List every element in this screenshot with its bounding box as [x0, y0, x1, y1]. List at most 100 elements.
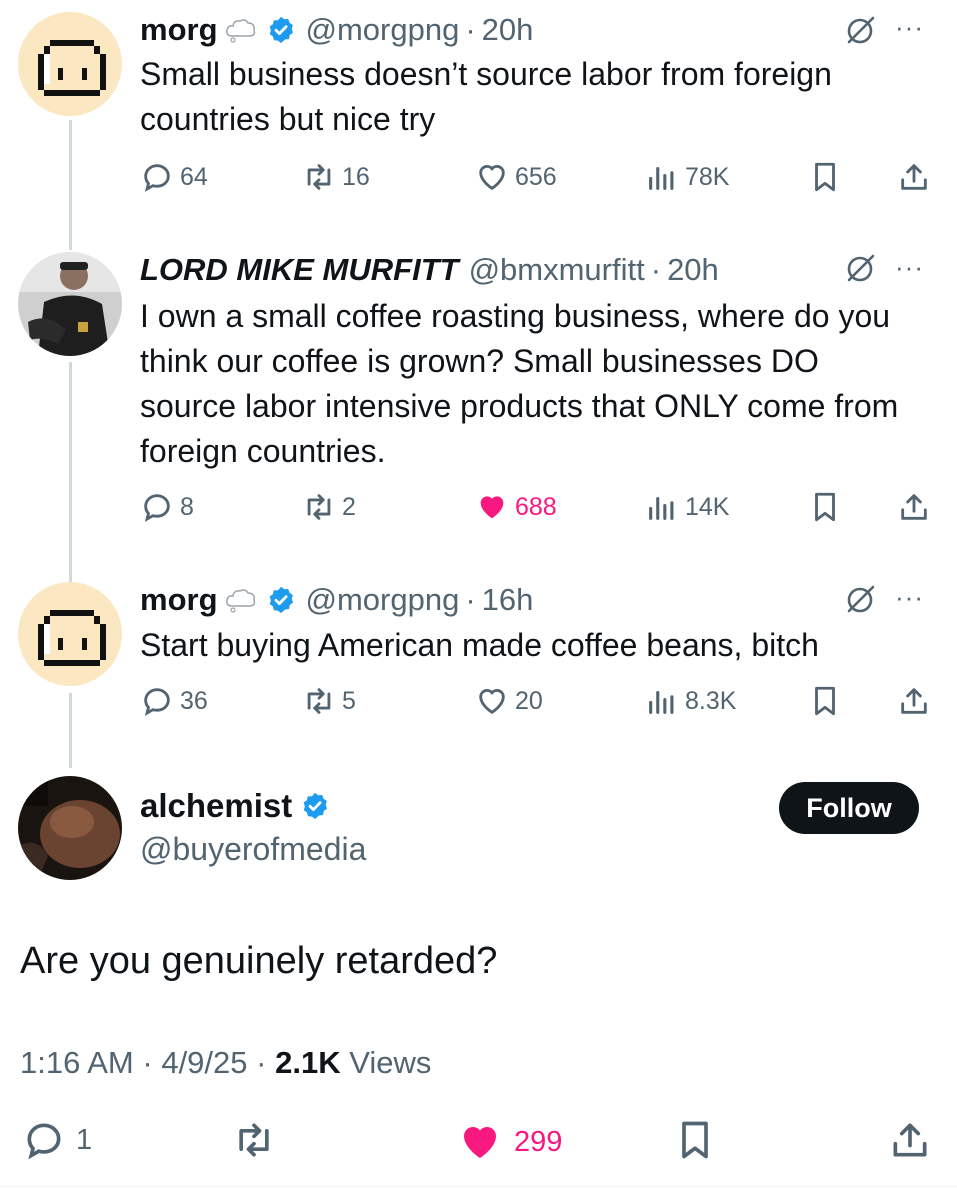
- main-tweet-text: Are you genuinely retarded?: [20, 940, 498, 982]
- share-button[interactable]: [897, 684, 937, 718]
- thought-cloud-icon: [225, 589, 255, 613]
- grok-icon[interactable]: [843, 252, 877, 286]
- more-options-icon[interactable]: ···: [895, 252, 924, 283]
- separator-dot: ·: [142, 1045, 153, 1080]
- reply-header: morg @morgpng · 16h: [140, 580, 533, 620]
- avatar-buyerofmedia[interactable]: [18, 776, 122, 880]
- bookmark-icon: [682, 1121, 708, 1159]
- views-icon: [649, 496, 674, 520]
- bookmark-button[interactable]: [673, 1118, 727, 1162]
- repost-icon: [307, 688, 331, 714]
- main-author-name-row: alchemist: [140, 787, 330, 825]
- reply-header: LORD MIKE MURFITT @bmxmurfitt · 20h: [140, 250, 719, 290]
- repost-icon: [307, 164, 331, 190]
- share-button[interactable]: [888, 1118, 942, 1162]
- author-name[interactable]: LORD MIKE MURFITT: [140, 252, 459, 288]
- like-button[interactable]: 299: [456, 1118, 562, 1166]
- separator-dot: ·: [650, 252, 662, 287]
- reply-count: 1: [76, 1123, 93, 1156]
- thread-line: [69, 693, 72, 768]
- share-icon: [901, 494, 927, 520]
- bookmark-button[interactable]: [808, 684, 848, 718]
- reply-actions: 8 2 688 14K: [140, 490, 940, 530]
- more-options-icon[interactable]: ···: [895, 12, 924, 43]
- like-button[interactable]: 688: [475, 490, 557, 524]
- repost-button[interactable]: 16: [302, 160, 370, 194]
- views-count: 14K: [685, 492, 730, 521]
- repost-count: 5: [342, 686, 356, 715]
- share-button[interactable]: [897, 160, 937, 194]
- grok-icon[interactable]: [843, 14, 877, 48]
- heart-filled-icon: [464, 1127, 496, 1158]
- thread-line: [69, 362, 72, 582]
- reply-icon: [144, 688, 170, 716]
- like-count: 299: [514, 1125, 563, 1158]
- like-button[interactable]: 656: [475, 160, 557, 194]
- author-name[interactable]: morg: [140, 12, 218, 48]
- thought-cloud-icon: [225, 19, 255, 43]
- views-icon: [649, 166, 674, 190]
- verified-badge-icon: [303, 792, 328, 820]
- repost-count: 16: [342, 162, 370, 191]
- views-count: 8.3K: [685, 686, 737, 715]
- reply-button[interactable]: 64: [140, 160, 208, 194]
- repost-icon: [307, 494, 331, 520]
- separator-dot: ·: [465, 582, 476, 617]
- share-icon: [893, 1123, 927, 1157]
- reply-actions: 64 16 656 78K: [140, 160, 940, 200]
- repost-button[interactable]: 5: [302, 684, 356, 718]
- repost-count: 2: [342, 492, 356, 521]
- tweet-time[interactable]: 1:16 AM: [20, 1045, 134, 1080]
- bookmark-icon: [815, 492, 835, 522]
- post-time[interactable]: 20h: [482, 12, 534, 48]
- like-count: 20: [515, 686, 543, 715]
- divider: [0, 1186, 957, 1187]
- views-label: Views: [349, 1045, 432, 1080]
- grok-icon[interactable]: [843, 583, 877, 617]
- views-count: 78K: [685, 162, 730, 191]
- reply-count: 36: [180, 686, 208, 715]
- post-time[interactable]: 16h: [482, 582, 534, 618]
- repost-icon: [239, 1123, 269, 1157]
- tweet-date[interactable]: 4/9/25: [161, 1045, 247, 1080]
- reply-icon: [144, 494, 170, 522]
- bookmark-button[interactable]: [808, 160, 848, 194]
- reply-text: Start buying American made coffee beans,…: [140, 627, 819, 663]
- post-time[interactable]: 20h: [667, 252, 719, 288]
- avatar-morg[interactable]: [18, 12, 122, 116]
- like-count: 656: [515, 162, 557, 191]
- like-button[interactable]: 20: [475, 684, 543, 718]
- verified-badge-icon: [269, 16, 293, 44]
- share-icon: [901, 164, 927, 190]
- tweet-metadata: 1:16 AM · 4/9/25 · 2.1K Views: [20, 1045, 431, 1081]
- avatar-morg[interactable]: [18, 582, 122, 686]
- author-handle[interactable]: @morgpng: [306, 582, 460, 618]
- reply-count: 64: [180, 162, 208, 191]
- share-button[interactable]: [897, 490, 937, 524]
- repost-button[interactable]: [232, 1118, 286, 1162]
- bookmark-icon: [815, 686, 835, 716]
- author-handle[interactable]: @buyerofmedia: [140, 831, 366, 868]
- separator-dot: ·: [256, 1045, 267, 1080]
- reply-button[interactable]: 8: [140, 490, 194, 524]
- reply-text: I own a small coffee roasting business, …: [140, 298, 899, 469]
- more-options-icon[interactable]: ···: [895, 582, 924, 613]
- reply-icon: [27, 1123, 61, 1160]
- repost-button[interactable]: 2: [302, 490, 356, 524]
- author-handle[interactable]: @morgpng: [306, 12, 460, 48]
- reply-button[interactable]: 36: [140, 684, 208, 718]
- views-button[interactable]: 14K: [645, 490, 729, 524]
- bookmark-button[interactable]: [808, 490, 848, 524]
- reply-button[interactable]: 1: [22, 1118, 92, 1162]
- author-name[interactable]: morg: [140, 582, 218, 618]
- views-button[interactable]: 78K: [645, 160, 729, 194]
- like-count: 688: [515, 492, 557, 521]
- author-handle[interactable]: @bmxmurfitt: [469, 252, 645, 288]
- heart-icon: [479, 165, 505, 191]
- views-icon: [649, 690, 674, 714]
- avatar-bmxmurfitt[interactable]: [18, 252, 122, 356]
- reply-header: morg @morgpng · 20h: [140, 10, 533, 50]
- views-button[interactable]: 8.3K: [645, 684, 736, 718]
- follow-button[interactable]: Follow: [779, 782, 919, 834]
- author-name[interactable]: alchemist: [140, 787, 292, 825]
